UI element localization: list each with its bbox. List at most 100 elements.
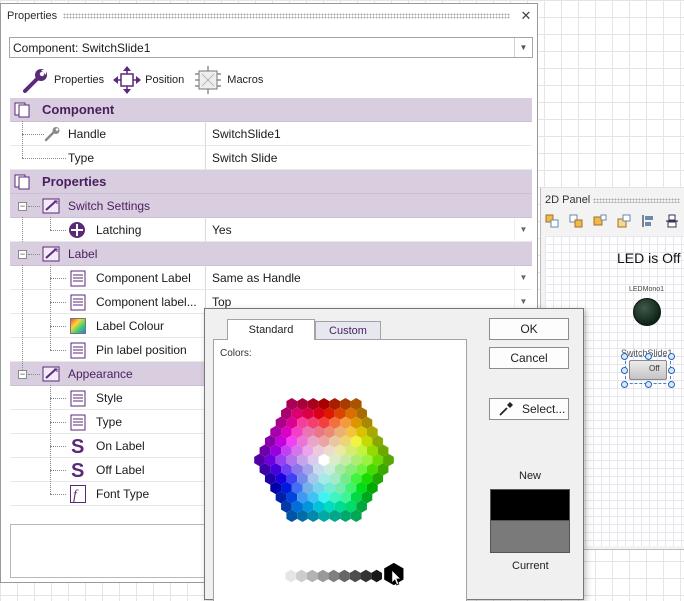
row-on-label-label: On Label bbox=[96, 438, 145, 453]
tab-macros-label: Macros bbox=[227, 74, 264, 86]
group-switch-settings[interactable]: − Switch Settings bbox=[10, 194, 532, 218]
properties-title-bar[interactable]: Properties ✕ bbox=[1, 4, 537, 28]
row-handle-value[interactable]: SwitchSlide1 bbox=[205, 122, 532, 146]
svg-text:S: S bbox=[71, 436, 84, 456]
tab-standard[interactable]: Standard bbox=[227, 319, 315, 340]
row-component-label-value-text: Same as Handle bbox=[212, 270, 301, 285]
row-type[interactable]: Type Switch Slide bbox=[10, 145, 532, 170]
row-handle-label: Handle bbox=[68, 126, 107, 141]
group-appearance-label: Appearance bbox=[68, 366, 133, 381]
tab-position-label: Position bbox=[145, 74, 185, 86]
resize-handle[interactable] bbox=[621, 367, 628, 374]
font-icon: f bbox=[70, 485, 86, 503]
component-select[interactable]: Component: SwitchSlide1 ▼ bbox=[9, 37, 533, 58]
plus-circle-icon bbox=[68, 221, 86, 239]
row-style-label: Style bbox=[96, 390, 123, 405]
gray-cell[interactable] bbox=[349, 569, 361, 583]
row-latching[interactable]: Latching Yes ▼ bbox=[10, 217, 532, 242]
send-back-icon[interactable] bbox=[665, 214, 679, 228]
row-component-label[interactable]: Component Label Same as Handle ▼ bbox=[10, 265, 532, 290]
collapse-toggle[interactable]: − bbox=[18, 250, 27, 259]
row-style-name-cell: Style bbox=[10, 385, 205, 410]
tree-line bbox=[22, 265, 23, 290]
gray-cell[interactable] bbox=[371, 569, 383, 583]
tree-line bbox=[50, 494, 66, 495]
resize-handle[interactable] bbox=[645, 353, 652, 360]
tree-line bbox=[22, 134, 44, 135]
tab-macros[interactable]: Macros bbox=[192, 65, 263, 95]
collapse-toggle[interactable]: − bbox=[18, 370, 27, 379]
row-component-label-value[interactable]: Same as Handle ▼ bbox=[205, 266, 532, 290]
tree-line bbox=[50, 350, 66, 351]
tree-line bbox=[22, 313, 23, 338]
properties-tabs: Properties Position Macros bbox=[21, 64, 271, 96]
close-icon[interactable]: ✕ bbox=[518, 8, 534, 24]
row-font-type-name-cell: f Font Type bbox=[10, 481, 205, 506]
tab-custom[interactable]: Custom bbox=[315, 321, 381, 339]
row-component-label-name-cell: Component Label bbox=[10, 265, 205, 290]
collapse-toggle[interactable]: − bbox=[18, 202, 27, 211]
current-color-label: Current bbox=[512, 560, 549, 572]
tab-properties-label: Properties bbox=[54, 74, 105, 86]
align-bottom-icon[interactable] bbox=[617, 214, 631, 228]
tree-line bbox=[50, 337, 51, 350]
document-list-icon bbox=[70, 270, 86, 287]
selection-box bbox=[625, 356, 671, 384]
chevron-down-icon[interactable]: ▼ bbox=[514, 38, 532, 57]
row-component-label-position-label: Component label... bbox=[96, 294, 197, 309]
resize-handle[interactable] bbox=[668, 381, 675, 388]
tab-position[interactable]: Position bbox=[112, 65, 184, 95]
tree-line bbox=[50, 230, 66, 231]
row-label-colour-label: Label Colour bbox=[96, 318, 165, 333]
gray-cell[interactable] bbox=[306, 569, 318, 583]
led-component-name: LEDMono1 bbox=[629, 286, 665, 293]
led-component[interactable] bbox=[633, 298, 661, 326]
color-hexagon[interactable] bbox=[214, 360, 468, 600]
resize-handle[interactable] bbox=[621, 353, 628, 360]
row-handle-name-cell: Handle bbox=[10, 121, 205, 146]
cancel-button[interactable]: Cancel bbox=[489, 347, 569, 369]
tab-custom-label: Custom bbox=[329, 324, 367, 337]
gray-cell[interactable] bbox=[339, 569, 350, 583]
row-latching-value[interactable]: Yes ▼ bbox=[205, 218, 532, 242]
gray-cell[interactable] bbox=[285, 569, 297, 583]
ok-button[interactable]: OK bbox=[489, 318, 569, 340]
align-center-icon[interactable] bbox=[593, 214, 607, 228]
category-component-label: Component bbox=[42, 102, 115, 117]
align-top-icon[interactable] bbox=[569, 214, 583, 228]
chevron-down-icon[interactable]: ▼ bbox=[514, 266, 532, 289]
tab-properties[interactable]: Properties bbox=[21, 66, 104, 94]
ok-button-label: OK bbox=[520, 322, 538, 336]
category-properties[interactable]: Properties bbox=[10, 170, 532, 194]
resize-handle[interactable] bbox=[668, 367, 675, 374]
row-handle[interactable]: Handle SwitchSlide1 bbox=[10, 121, 532, 146]
resize-handle[interactable] bbox=[621, 381, 628, 388]
row-off-label-name-cell: S Off Label bbox=[10, 457, 205, 482]
gray-cell[interactable] bbox=[360, 569, 372, 583]
select-button[interactable]: Select... bbox=[489, 398, 569, 420]
gray-cell[interactable] bbox=[274, 569, 286, 583]
bring-front-icon[interactable] bbox=[641, 214, 655, 228]
gray-cell[interactable] bbox=[328, 569, 340, 583]
tree-line bbox=[50, 470, 66, 471]
document-list-icon bbox=[70, 342, 86, 359]
tree-line bbox=[50, 217, 51, 230]
chevron-down-icon[interactable]: ▼ bbox=[514, 218, 532, 241]
standard-colors-pane: Colors: bbox=[213, 339, 467, 601]
group-label[interactable]: − Label bbox=[10, 242, 532, 266]
category-component[interactable]: Component bbox=[10, 98, 532, 122]
string-s-icon: S bbox=[69, 460, 87, 480]
resize-handle[interactable] bbox=[668, 353, 675, 360]
string-s-icon: S bbox=[69, 436, 87, 456]
panel-2d-toolbar bbox=[545, 214, 684, 228]
resize-handle[interactable] bbox=[645, 381, 652, 388]
gray-cell[interactable] bbox=[317, 569, 329, 583]
folder-edit-icon bbox=[42, 365, 62, 383]
gray-cell[interactable] bbox=[296, 569, 307, 583]
folder-edit-icon bbox=[42, 245, 62, 263]
align-left-icon[interactable] bbox=[545, 214, 559, 228]
new-color-swatch bbox=[490, 489, 570, 521]
row-component-label-position-name-cell: Component label... bbox=[10, 289, 205, 314]
row-type-value[interactable]: Switch Slide bbox=[205, 146, 532, 170]
tree-line bbox=[50, 398, 66, 399]
